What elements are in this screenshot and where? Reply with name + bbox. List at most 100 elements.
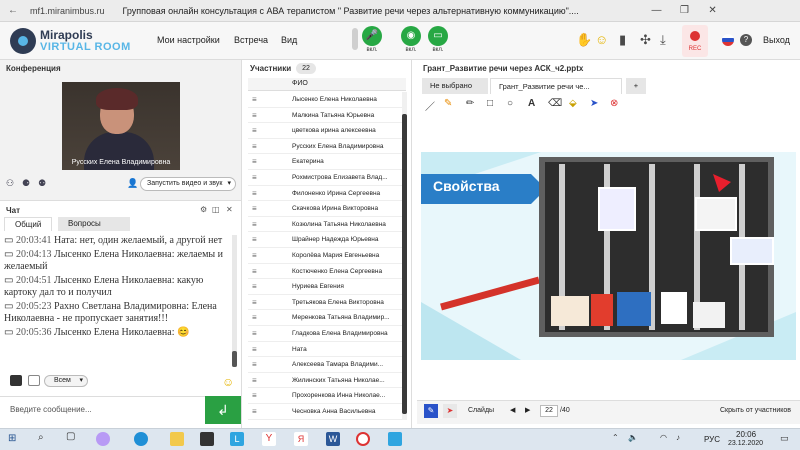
notifications-icon[interactable]: ▭ [780,433,789,444]
participant-row[interactable]: ≡ Лысенко Елена Николаевна [248,92,404,108]
recipient-select[interactable]: Всем ▾ [44,375,88,387]
eraser-tool-icon[interactable]: ⌫ [548,98,562,109]
menu-my-settings[interactable]: Мои настройки [157,35,220,45]
participant-row[interactable]: ≡ Шрайнер Надежда Юрьевна [248,232,404,248]
yandex-icon[interactable]: Y [262,432,276,446]
emoji-icon[interactable]: ☺ [595,32,608,47]
participant-row[interactable]: ≡ цветкова ирина алексеевна [248,123,404,139]
speaker-icon[interactable]: ♪ [676,433,680,442]
slides-label[interactable]: Слайды [468,407,494,414]
language-flag-icon[interactable] [722,34,734,46]
slide-number-input[interactable]: 22 [540,405,558,417]
emoji-picker-icon[interactable]: ☺ [222,375,234,389]
participant-row[interactable]: ≡ Прохоренкова Инна Николае... [248,388,404,404]
clear-tool-icon[interactable]: ⊗ [610,98,618,109]
prev-slide-icon[interactable]: ◀ [510,406,515,414]
file-explorer-icon[interactable] [170,432,184,446]
drag-handle-icon[interactable]: ≡ [252,388,257,403]
user-audio-icon[interactable]: ⚈ [22,178,30,189]
hide-from-participants[interactable]: Скрыть от участников [720,407,791,414]
participant-row[interactable]: ≡ Чесновка Анна Васильевна [248,404,404,420]
tab-general[interactable]: Общий [4,217,53,231]
participants-video-icon[interactable]: ⚇ [6,178,14,189]
volume-slider[interactable] [352,28,358,50]
participants-scrollbar[interactable] [402,92,407,420]
store-icon[interactable] [200,432,214,446]
participant-row[interactable]: ≡ Русских Елена Владимировна [248,139,404,155]
drag-handle-icon[interactable]: ≡ [252,92,257,107]
next-slide-icon[interactable]: ▶ [525,406,530,414]
draw-mode-icon[interactable]: ✎ [424,404,438,418]
chat-scrollbar[interactable] [232,235,237,367]
help-icon[interactable]: ? [740,34,752,46]
group-icon[interactable]: ⚉ [38,178,46,189]
menu-view[interactable]: Вид [281,35,297,45]
clock-date[interactable]: 23.12.2020 [728,440,763,447]
drag-handle-icon[interactable]: ≡ [252,342,257,357]
participant-row[interactable]: ≡ Екатерина [248,154,404,170]
rectangle-tool-icon[interactable]: □ [487,98,493,109]
pen-tool-icon[interactable]: ／ [425,98,435,113]
drag-handle-icon[interactable]: ≡ [252,108,257,123]
word-icon[interactable]: W [326,432,340,446]
pointer-tool-icon[interactable]: ➤ [590,98,598,109]
camera-button[interactable]: ◉ [401,26,421,46]
drag-handle-icon[interactable]: ≡ [252,201,257,216]
drag-handle-icon[interactable]: ≡ [252,232,257,247]
stats-icon[interactable]: ▮ [619,32,626,48]
participant-row[interactable]: ≡ Меренкова Татьяна Владимир... [248,310,404,326]
participant-row[interactable]: ≡ Гладкова Елена Владимировна [248,326,404,342]
participant-row[interactable]: ≡ Алексеева Тамара Владими... [248,357,404,373]
pointer-mode-icon[interactable]: ➤ [443,404,457,418]
opera-icon[interactable] [356,432,370,446]
participants-scroll-thumb[interactable] [402,114,407,414]
text-color-icon[interactable] [10,375,22,386]
photos-icon[interactable] [388,432,402,446]
chat-input[interactable]: Введите сообщение... [0,396,205,424]
drag-handle-icon[interactable]: ≡ [252,217,257,232]
drag-handle-icon[interactable]: ≡ [252,357,257,372]
edge-icon[interactable] [134,432,148,446]
chat-scroll-thumb[interactable] [232,351,237,367]
drag-handle-icon[interactable]: ≡ [252,186,257,201]
text-tool-icon[interactable]: A [528,98,535,109]
clock-time[interactable]: 20:06 [736,430,756,439]
participant-row[interactable]: ≡ Рохмистрова Елизавета Влад... [248,170,404,186]
add-tab-button[interactable]: + [626,78,646,94]
drag-handle-icon[interactable]: ≡ [252,123,257,138]
maximize-icon[interactable]: ❐ [671,5,699,16]
download-icon[interactable]: ⤓ [660,32,666,48]
drag-handle-icon[interactable]: ≡ [252,326,257,341]
participant-row[interactable]: ≡ Скачкова Ирина Викторовна [248,201,404,217]
chat-settings-icon[interactable]: ⚙ [200,205,207,214]
drag-handle-icon[interactable]: ≡ [252,139,257,154]
menu-meeting[interactable]: Встреча [234,35,268,45]
participant-row[interactable]: ≡ Королёва Мария Евгеньевна [248,248,404,264]
drag-handle-icon[interactable]: ≡ [252,248,257,263]
drag-handle-icon[interactable]: ≡ [252,404,257,419]
participant-row[interactable]: ≡ Жилинских Татьяна Николае... [248,373,404,389]
participant-row[interactable]: ≡ Филоненко Ирина Сергеевна [248,186,404,202]
raise-hand-icon[interactable]: ✋ [576,32,592,48]
drag-handle-icon[interactable]: ≡ [252,264,257,279]
participant-row[interactable]: ≡ Малкина Татьяна Юрьевна [248,108,404,124]
tab-questions[interactable]: Вопросы [58,217,130,231]
highlighter-tool-icon[interactable]: ✎ [444,98,452,109]
drag-handle-icon[interactable]: ≡ [252,310,257,325]
network-icon[interactable]: ✣ [640,32,651,48]
tray-chevron-icon[interactable]: ⌃ [612,433,619,442]
drag-handle-icon[interactable]: ≡ [252,170,257,185]
task-view-icon[interactable]: ▢ [66,431,75,442]
screen-share-button[interactable]: ▭ [428,26,448,46]
windows-start-icon[interactable]: ⊞ [8,433,16,444]
drag-handle-icon[interactable]: ≡ [252,373,257,388]
pencil-tool-icon[interactable]: ✏ [466,98,474,109]
microphone-button[interactable]: 🎤 [362,26,382,46]
speaker-video[interactable]: Русских Елена Владимировна [62,82,180,170]
input-language[interactable]: РУС [704,435,720,444]
drag-handle-icon[interactable]: ≡ [252,154,257,169]
exit-button[interactable]: Выход [763,35,790,45]
chat-detach-icon[interactable]: ◫ [212,205,220,214]
alice-icon[interactable] [96,432,110,446]
search-icon[interactable]: ⌕ [38,432,44,443]
